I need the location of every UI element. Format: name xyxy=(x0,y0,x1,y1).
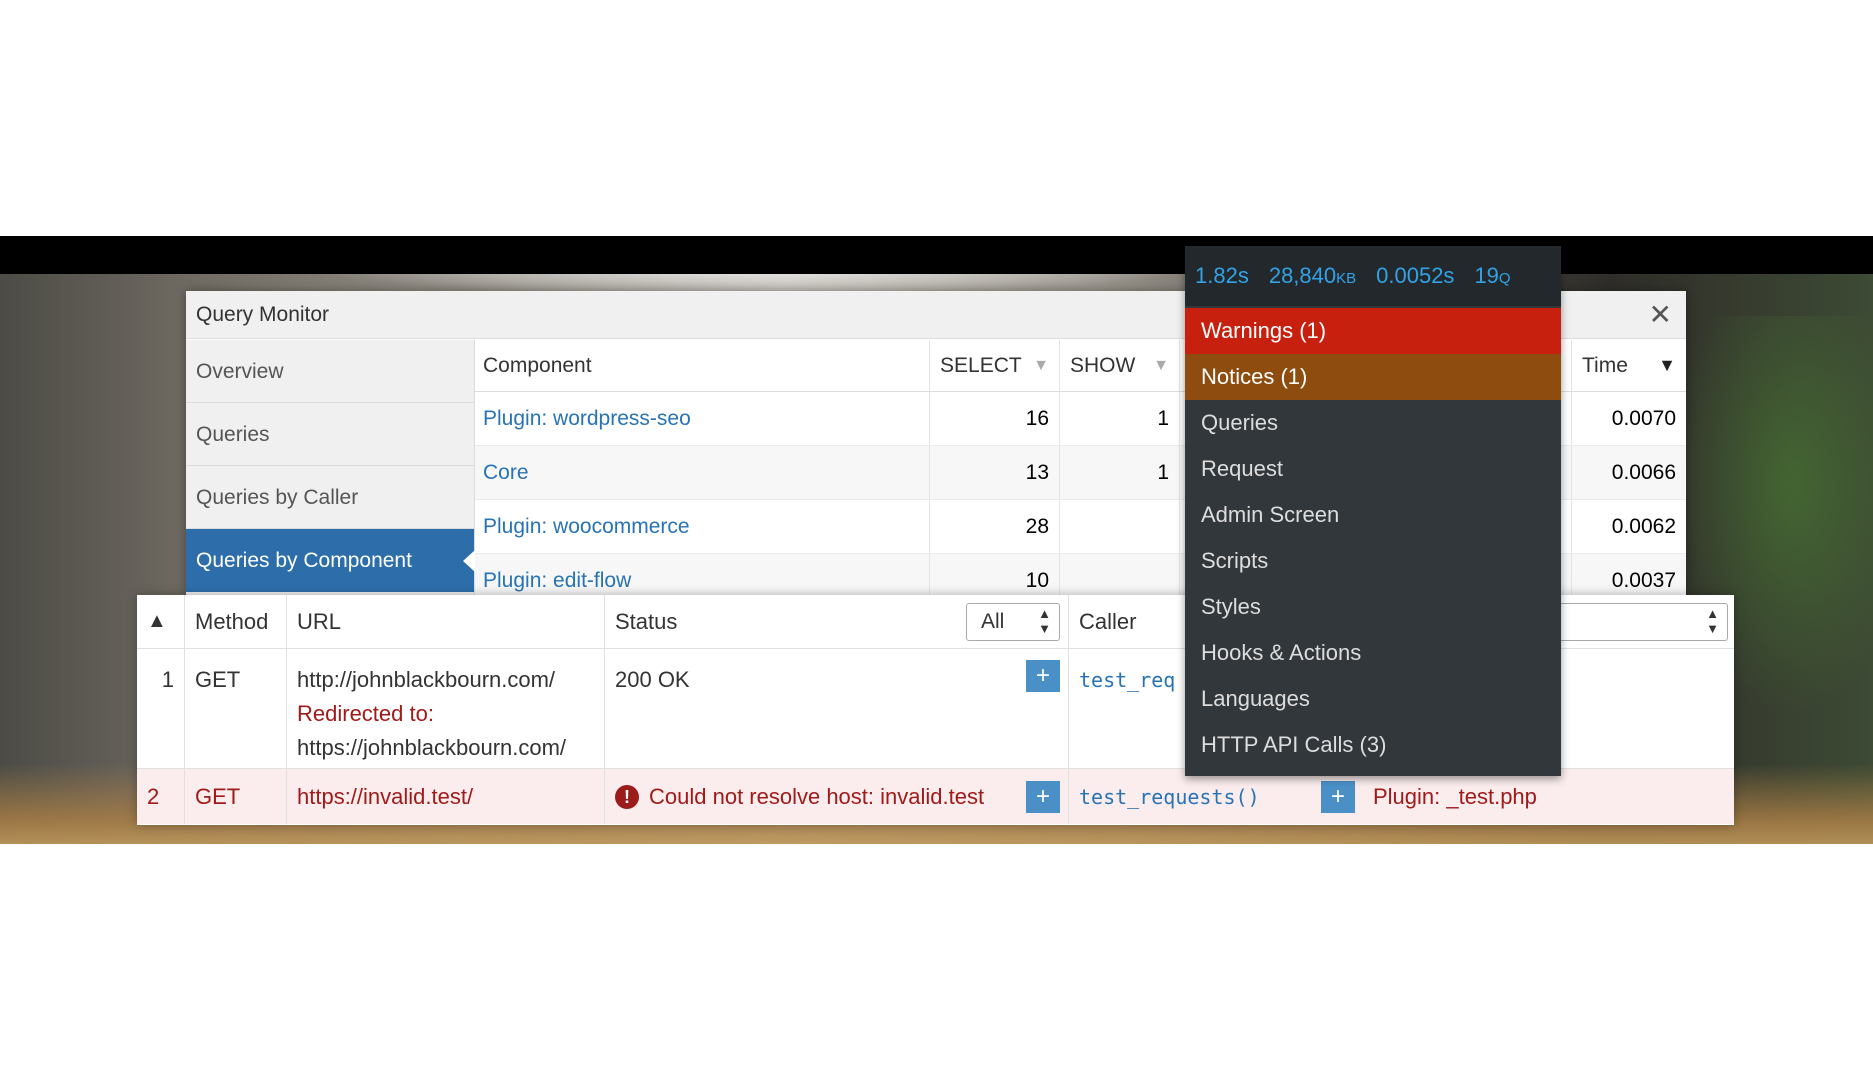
memory-usage: 28,840KB xyxy=(1268,263,1357,288)
expand-button[interactable]: + xyxy=(1026,660,1060,692)
query-count: 19Q xyxy=(1474,263,1511,288)
menu-item-http-api-calls[interactable]: HTTP API Calls (3) xyxy=(1185,722,1561,768)
component-link[interactable]: Plugin: wordpress-seo xyxy=(483,407,691,431)
status-text: 200 OK xyxy=(615,667,690,692)
select-count: 28 xyxy=(930,500,1060,553)
panel-nav: Overview Queries Queries by Caller Queri… xyxy=(186,340,475,596)
menu-item-hooks-actions[interactable]: Hooks & Actions xyxy=(1185,630,1561,676)
menu-item-queries[interactable]: Queries xyxy=(1185,400,1561,446)
caller-function[interactable]: test_req xyxy=(1079,668,1175,692)
qm-stats[interactable]: 1.82s 28,840KB 0.0052s 19Q xyxy=(1185,246,1561,306)
request-url-cell: http://johnblackbourn.com/ Redirected to… xyxy=(287,649,605,768)
component-link[interactable]: Plugin: edit-flow xyxy=(483,569,631,593)
close-icon[interactable]: ✕ xyxy=(1649,301,1672,329)
error-icon: ! xyxy=(615,784,639,809)
sort-icon[interactable]: ▼ xyxy=(1658,355,1676,376)
status-filter-select[interactable]: All ▲ ▼ xyxy=(966,603,1060,641)
page-time: 1.82s xyxy=(1195,263,1249,288)
component-filter-select[interactable]: ▲ ▼ xyxy=(1558,603,1728,641)
column-show[interactable]: SHOW ▼ xyxy=(1060,340,1180,391)
nav-item-overview[interactable]: Overview xyxy=(186,340,474,403)
nav-item-queries[interactable]: Queries xyxy=(186,403,474,466)
sort-ascending-icon[interactable]: ▲ xyxy=(137,595,185,648)
select-count: 13 xyxy=(930,446,1060,499)
show-count: 1 xyxy=(1060,392,1180,445)
column-select[interactable]: SELECT ▼ xyxy=(930,340,1060,391)
expand-button[interactable]: + xyxy=(1026,781,1060,813)
menu-item-scripts[interactable]: Scripts xyxy=(1185,538,1561,584)
status-cell: 200 OK + xyxy=(605,649,1069,768)
redirect-url: https://johnblackbourn.com/ xyxy=(297,735,567,760)
time-value: 0.0070 xyxy=(1571,392,1686,445)
menu-item-request[interactable]: Request xyxy=(1185,446,1561,492)
component-cell: Plugin: _test.php xyxy=(1363,769,1734,824)
select-arrows-icon: ▲ ▼ xyxy=(1706,606,1719,636)
select-arrows-icon: ▲ ▼ xyxy=(1038,606,1051,636)
sort-icon[interactable]: ▼ xyxy=(1153,357,1169,375)
request-url: http://johnblackbourn.com/ xyxy=(297,667,556,692)
sort-icon[interactable]: ▼ xyxy=(1033,357,1049,375)
component-link[interactable]: Plugin: woocommerce xyxy=(483,515,690,539)
nav-item-queries-by-caller[interactable]: Queries by Caller xyxy=(186,466,474,529)
redirect-label: Redirected to: xyxy=(297,701,434,726)
query-monitor-menu: 1.82s 28,840KB 0.0052s 19Q Warnings (1) … xyxy=(1185,246,1561,776)
panel-title: Query Monitor xyxy=(196,302,330,326)
menu-item-warnings[interactable]: Warnings (1) xyxy=(1185,308,1561,354)
request-method: GET xyxy=(185,649,287,768)
column-url: URL xyxy=(287,595,605,648)
menu-item-languages[interactable]: Languages xyxy=(1185,676,1561,722)
component-name: Plugin: _test.php xyxy=(1373,783,1537,809)
column-method: Method xyxy=(185,595,287,648)
qm-menu-list: Warnings (1) Notices (1) Queries Request… xyxy=(1185,306,1561,768)
row-number: 1 xyxy=(137,649,185,768)
show-count xyxy=(1060,500,1180,553)
caller-function[interactable]: test_requests() xyxy=(1079,785,1260,809)
show-count: 1 xyxy=(1060,446,1180,499)
caller-cell: test_requests() + xyxy=(1069,769,1363,824)
menu-item-notices[interactable]: Notices (1) xyxy=(1185,354,1561,400)
request-method: GET xyxy=(185,769,287,824)
admin-bar xyxy=(0,236,1873,274)
menu-item-admin-screen[interactable]: Admin Screen xyxy=(1185,492,1561,538)
status-cell: ! Could not resolve host: invalid.test + xyxy=(605,769,1069,824)
table-row-error: 2 GET https://invalid.test/ ! Could not … xyxy=(137,769,1734,824)
column-component[interactable]: Component xyxy=(475,340,930,391)
time-value: 0.0062 xyxy=(1571,500,1686,553)
status-text: Could not resolve host: invalid.test xyxy=(649,783,985,809)
select-count: 16 xyxy=(930,392,1060,445)
query-time: 0.0052s xyxy=(1376,263,1455,288)
request-url: https://invalid.test/ xyxy=(287,769,605,824)
nav-item-queries-by-component[interactable]: Queries by Component xyxy=(186,529,475,592)
column-time[interactable]: Time ▼ xyxy=(1571,340,1686,391)
column-status: Status All ▲ ▼ xyxy=(605,595,1069,648)
row-number: 2 xyxy=(137,769,185,824)
menu-item-styles[interactable]: Styles xyxy=(1185,584,1561,630)
component-link[interactable]: Core xyxy=(483,461,529,485)
expand-button[interactable]: + xyxy=(1321,781,1355,813)
time-value: 0.0066 xyxy=(1571,446,1686,499)
